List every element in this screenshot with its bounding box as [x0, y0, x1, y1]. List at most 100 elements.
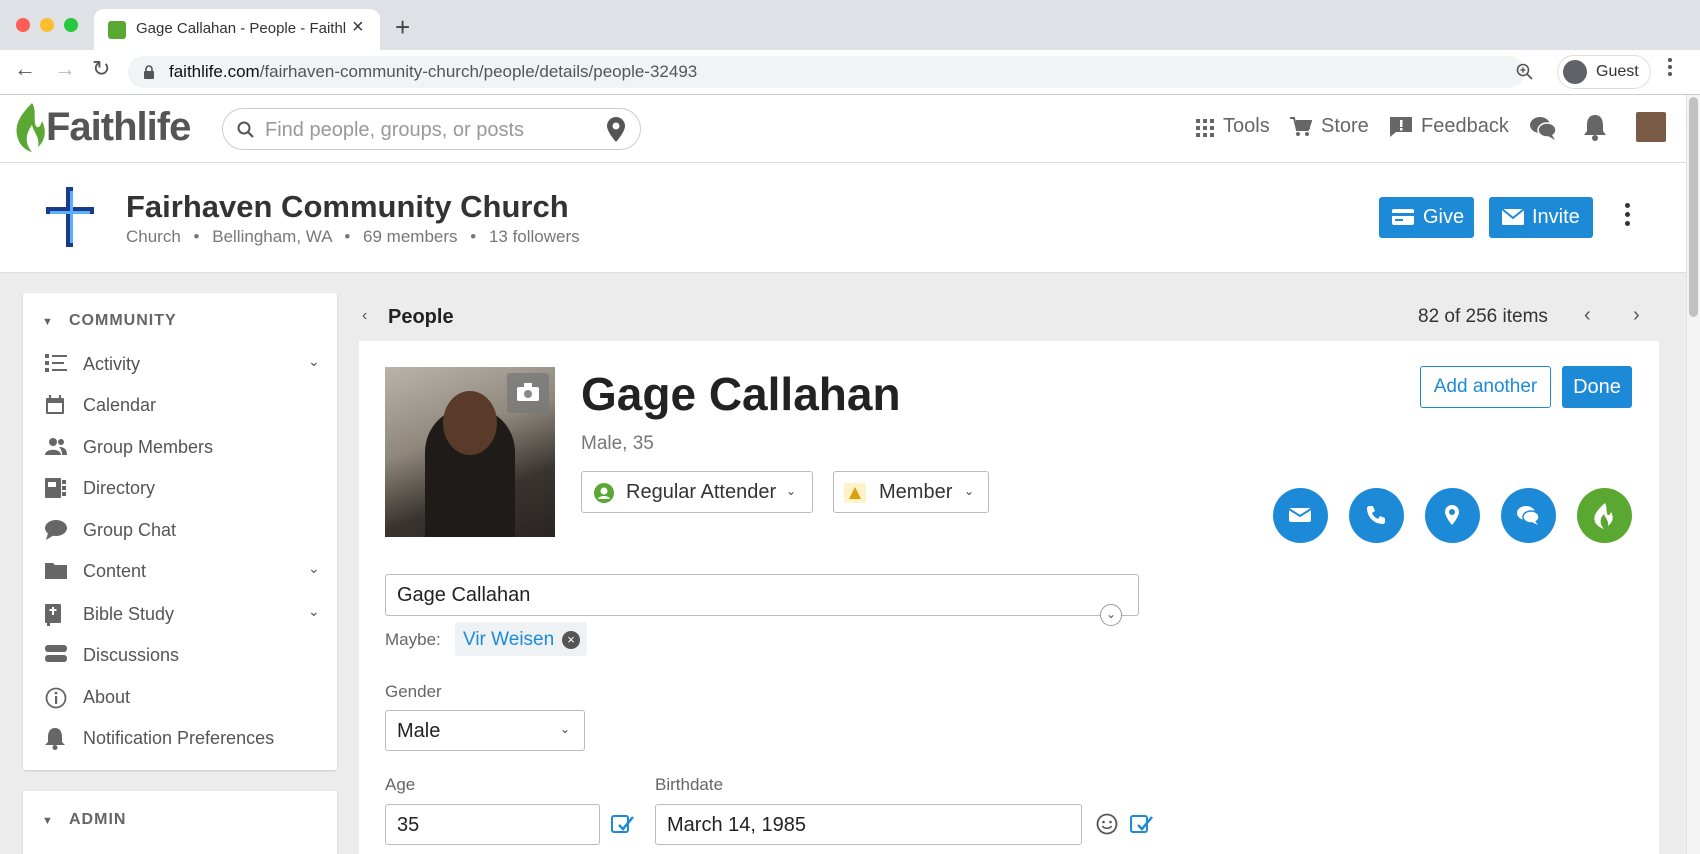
sidebar-item-notification-preferences[interactable]: Notification Preferences — [23, 717, 337, 759]
messages-icon[interactable] — [1530, 116, 1557, 145]
verify-age-icon[interactable] — [611, 813, 635, 835]
lock-icon — [144, 65, 154, 79]
chat-icon — [45, 520, 67, 540]
chevron-down-icon[interactable]: ⌄ — [308, 560, 320, 577]
window-minimize-button[interactable] — [40, 18, 54, 32]
scrollbar-thumb[interactable] — [1689, 97, 1698, 317]
sidebar-item-directory[interactable]: Directory — [23, 467, 337, 509]
forward-arrow-icon[interactable]: → — [54, 58, 76, 80]
give-button[interactable]: Give — [1379, 197, 1474, 238]
notifications-bell-icon[interactable] — [1584, 115, 1606, 146]
next-item-chevron-icon[interactable]: › — [1633, 304, 1640, 327]
back-chevron-icon[interactable]: ‹ — [362, 307, 367, 325]
envelope-icon — [1288, 508, 1312, 522]
full-name-field[interactable]: Gage Callahan — [385, 574, 1139, 616]
browser-menu-icon[interactable] — [1668, 58, 1674, 76]
credit-card-icon — [1392, 209, 1414, 225]
feedback-link[interactable]: Feedback — [1421, 115, 1509, 138]
sidebar-section-community[interactable]: COMMUNITY — [69, 312, 177, 330]
faithlife-profile-button[interactable] — [1577, 488, 1632, 543]
church-header: Fairhaven Community Church Church • Bell… — [0, 163, 1686, 273]
attendance-status-value: Regular Attender — [626, 481, 777, 503]
membership-dropdown[interactable]: Member ⌄ — [833, 471, 989, 513]
sidebar-item-label: Notification Preferences — [83, 728, 275, 748]
phone-button[interactable] — [1349, 488, 1404, 543]
section-title[interactable]: People — [388, 306, 454, 329]
bible-icon — [45, 604, 67, 626]
address-bar[interactable]: faithlife.com/fairhaven-community-church… — [128, 56, 1533, 88]
new-tab-icon[interactable]: + — [395, 14, 410, 40]
birthdate-value: March 14, 1985 — [667, 814, 806, 836]
invite-label: Invite — [1532, 206, 1580, 228]
verify-birthdate-icon[interactable] — [1130, 813, 1154, 835]
church-name[interactable]: Fairhaven Community Church — [126, 189, 569, 225]
church-more-menu-icon[interactable] — [1625, 203, 1631, 230]
search-input[interactable]: Find people, groups, or posts — [265, 119, 524, 142]
gender-select[interactable]: Male ⌄ — [385, 710, 585, 751]
sidebar-item-bible-study[interactable]: Bible Study ⌄ — [23, 593, 337, 635]
window-maximize-button[interactable] — [64, 18, 78, 32]
faithlife-flame-icon[interactable] — [14, 103, 46, 153]
window-close-button[interactable] — [16, 18, 30, 32]
maybe-match-chip[interactable]: Vir Weisen × — [455, 622, 587, 656]
faithlife-logo[interactable]: Faithlife — [46, 105, 191, 150]
birthdate-field[interactable]: March 14, 1985 — [655, 804, 1082, 845]
email-button[interactable] — [1273, 488, 1328, 543]
sidebar-item-calendar[interactable]: Calendar — [23, 384, 337, 426]
envelope-icon — [1502, 209, 1524, 225]
maybe-match-name[interactable]: Vir Weisen — [463, 629, 554, 651]
person-photo[interactable] — [385, 367, 555, 537]
attendance-status-dropdown[interactable]: Regular Attender ⌄ — [581, 471, 813, 513]
back-arrow-icon[interactable]: ← — [14, 58, 36, 80]
church-followers-count[interactable]: 13 followers — [489, 227, 580, 246]
browser-tab[interactable]: Gage Callahan - People - Faithl × — [94, 9, 380, 50]
invite-button[interactable]: Invite — [1489, 197, 1593, 238]
location-button[interactable] — [1425, 488, 1480, 543]
reload-icon[interactable]: ↻ — [92, 58, 110, 80]
store-link[interactable]: Store — [1321, 115, 1369, 138]
bell-icon — [45, 728, 67, 750]
done-button[interactable]: Done — [1562, 366, 1632, 408]
guest-avatar-icon — [1563, 60, 1587, 84]
tab-close-icon[interactable]: × — [352, 17, 364, 37]
age-field[interactable]: 35 — [385, 804, 600, 845]
maybe-label: Maybe: — [385, 630, 441, 649]
chevron-down-icon: ⌄ — [964, 484, 975, 498]
church-members-count[interactable]: 69 members — [363, 227, 457, 246]
sidebar-item-label: Discussions — [83, 645, 180, 665]
sidebar-item-label: About — [83, 687, 131, 707]
remove-chip-icon[interactable]: × — [562, 631, 580, 649]
chevron-down-icon[interactable]: ⌄ — [308, 353, 320, 370]
faithlife-flame-icon — [1594, 503, 1613, 529]
zoom-icon[interactable] — [1516, 63, 1534, 81]
give-label: Give — [1423, 206, 1465, 228]
sidebar-item-activity[interactable]: Activity ⌄ — [23, 343, 337, 385]
sidebar-item-label: Directory — [83, 478, 156, 498]
sidebar-item-content[interactable]: Content ⌄ — [23, 550, 337, 592]
location-pin-icon — [1445, 505, 1459, 525]
sidebar-item-discussions[interactable]: Discussions — [23, 634, 337, 676]
items-count: 82 of 256 items — [1418, 306, 1548, 327]
chevron-down-icon[interactable]: ⌄ — [308, 603, 320, 620]
search-box[interactable]: Find people, groups, or posts — [222, 108, 641, 150]
message-button[interactable] — [1501, 488, 1556, 543]
location-pin-icon[interactable] — [607, 117, 625, 142]
previous-item-chevron-icon[interactable]: ‹ — [1584, 304, 1591, 327]
sidebar-item-group-members[interactable]: Group Members — [23, 426, 337, 468]
attender-person-icon — [594, 483, 614, 503]
sidebar-section-admin[interactable]: ADMIN — [69, 811, 126, 829]
sidebar-item-group-chat[interactable]: Group Chat — [23, 509, 337, 551]
user-avatar[interactable] — [1636, 112, 1666, 142]
birthdate-label: Birthdate — [655, 775, 724, 794]
tools-link[interactable]: Tools — [1223, 115, 1270, 138]
collapse-triangle-icon[interactable]: ▼ — [42, 815, 53, 827]
add-another-button[interactable]: Add another — [1420, 366, 1551, 408]
expand-name-chevron-icon[interactable]: ⌄ — [1100, 604, 1122, 626]
sidebar-item-about[interactable]: About — [23, 676, 337, 718]
page-scrollbar[interactable] — [1686, 95, 1700, 854]
browser-tab-bar: Gage Callahan - People - Faithl × + — [0, 0, 1700, 50]
profile-button[interactable]: Guest — [1557, 55, 1651, 89]
collapse-triangle-icon[interactable]: ▼ — [42, 316, 53, 328]
camera-icon[interactable] — [507, 373, 549, 413]
birthday-smiley-icon[interactable] — [1096, 813, 1118, 835]
